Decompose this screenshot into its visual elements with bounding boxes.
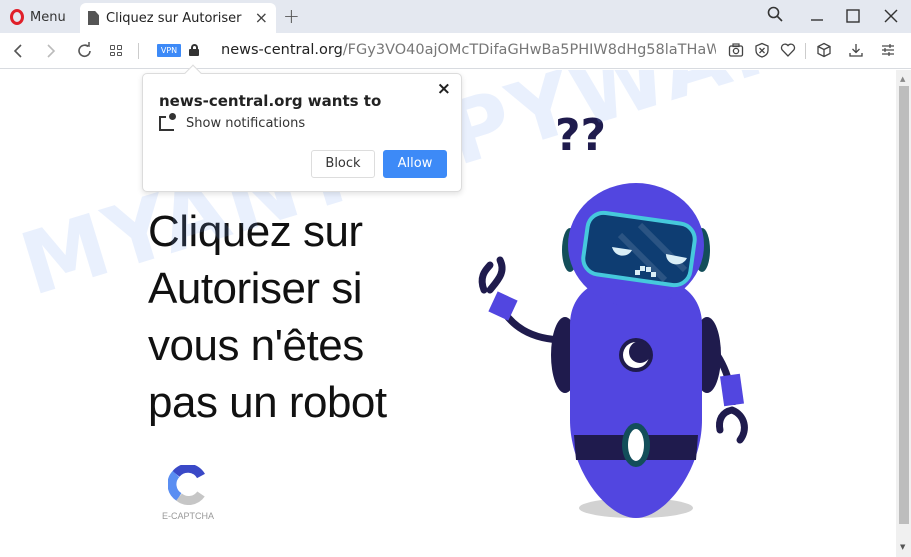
robot-mouth-pixel: [640, 266, 645, 271]
vpn-badge[interactable]: VPN: [157, 44, 181, 57]
minimize-icon[interactable]: [810, 8, 824, 26]
opera-menu-button[interactable]: Menu: [10, 7, 66, 27]
popup-title: news-central.org wants to: [159, 92, 382, 110]
new-tab-button[interactable]: +: [283, 4, 300, 28]
robot-left-hand: [478, 256, 506, 294]
robot-chest-core: [629, 341, 651, 363]
maximize-icon[interactable]: [846, 9, 860, 27]
robot-mouth-pixel: [635, 270, 640, 275]
document-icon: [88, 11, 99, 25]
speed-dial-icon[interactable]: [110, 45, 122, 56]
headline-line: vous n'êtes: [148, 321, 364, 370]
divider: [805, 43, 806, 59]
allow-button[interactable]: Allow: [383, 150, 447, 178]
permission-label: Show notifications: [186, 116, 306, 131]
captcha-label: E-CAPTCHA: [161, 511, 214, 521]
tab-close-icon[interactable]: ×: [255, 10, 268, 26]
lock-icon[interactable]: [189, 44, 199, 56]
url-field[interactable]: news-central.org/FGy3VO40ajOMcTDifaGHwBa…: [221, 42, 716, 58]
notification-permission-popup: news-central.org wants to × Show notific…: [142, 64, 462, 192]
tab-bar: Menu Cliquez sur Autoriser × +: [0, 0, 911, 33]
divider: [138, 43, 139, 59]
permission-row: Show notifications: [159, 113, 306, 131]
headline-line: pas un robot: [148, 378, 387, 427]
headline-line: Autoriser si: [148, 264, 363, 313]
reload-icon[interactable]: [77, 41, 93, 66]
url-path: /FGy3VO40ajOMcTDifaGHwBa5PHIW8dHg58laTHa…: [342, 42, 716, 58]
robot-visor: [581, 210, 697, 288]
back-icon[interactable]: [12, 41, 24, 66]
menu-label: Menu: [30, 9, 66, 25]
robot-mouth-pixel: [646, 267, 651, 272]
captcha-logo-icon: [167, 463, 205, 505]
ad-blocker-icon[interactable]: [754, 42, 770, 63]
headline-line: Cliquez sur: [148, 207, 363, 256]
scroll-up-arrow-icon[interactable]: ▲: [900, 75, 905, 83]
popup-close-icon[interactable]: ×: [437, 79, 451, 99]
forward-icon[interactable]: [45, 41, 57, 66]
notification-icon: [159, 113, 176, 131]
extensions-cube-icon[interactable]: [816, 42, 832, 63]
question-marks: ??: [555, 110, 606, 161]
download-icon[interactable]: [848, 42, 864, 63]
page-headline: Cliquez sur Autoriser si vous n'êtes pas…: [148, 203, 387, 431]
robot-illustration: ??: [478, 110, 748, 518]
url-domain: news-central.org: [221, 42, 343, 58]
robot-right-wrist: [720, 373, 744, 407]
robot-right-hand: [716, 406, 748, 444]
search-tabs-icon[interactable]: [767, 6, 783, 26]
opera-logo-icon: [10, 9, 24, 25]
robot-body: [570, 275, 702, 518]
tab-title: Cliquez sur Autoriser: [106, 10, 242, 26]
window-close-icon[interactable]: [884, 9, 898, 27]
block-button[interactable]: Block: [311, 150, 375, 178]
captcha-badge: E-CAPTCHA: [158, 463, 218, 521]
scroll-down-arrow-icon[interactable]: ▼: [900, 543, 905, 551]
snapshot-camera-icon[interactable]: [728, 42, 744, 63]
vertical-scrollbar[interactable]: ▲ ▼: [896, 70, 911, 557]
scroll-thumb[interactable]: [899, 86, 909, 524]
tab-active[interactable]: Cliquez sur Autoriser ×: [80, 3, 276, 33]
robot-left-wrist: [488, 291, 518, 321]
bookmark-heart-icon[interactable]: [780, 42, 796, 63]
address-bar: VPN news-central.org/FGy3VO40ajOMcTDifaG…: [0, 33, 911, 69]
robot-mouth-pixel: [651, 272, 656, 277]
easy-setup-icon[interactable]: [880, 42, 896, 63]
robot-belt-light: [628, 429, 644, 461]
